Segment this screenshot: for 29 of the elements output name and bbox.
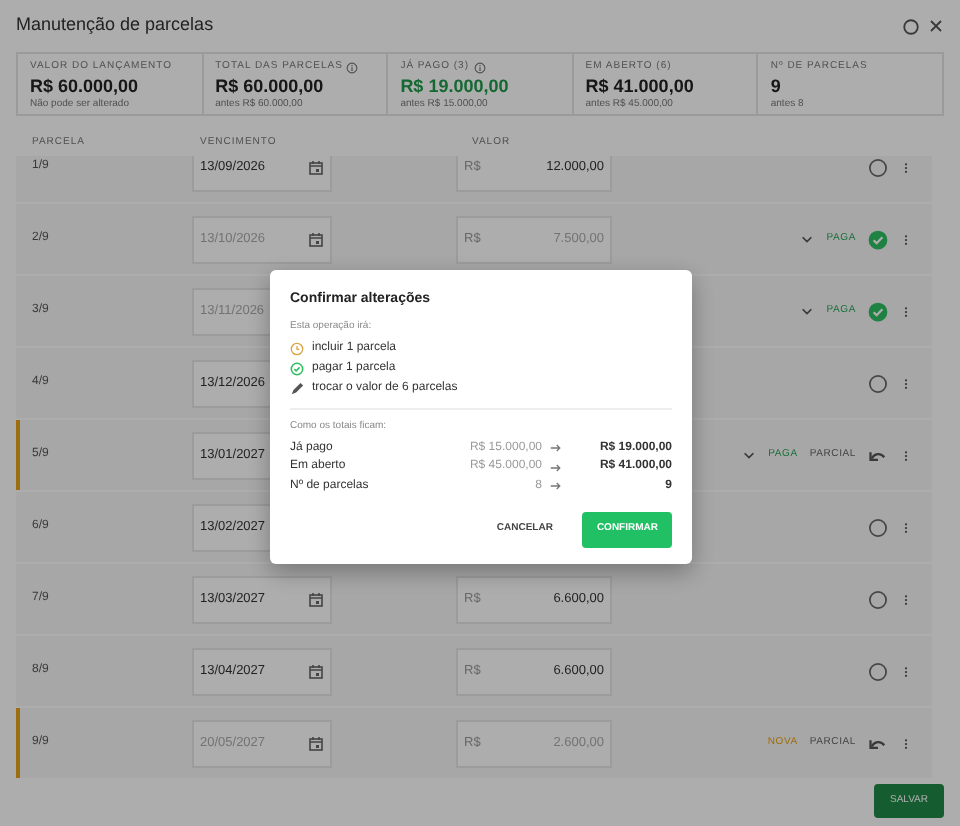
summary-value: R$ 60.000,00 (30, 77, 141, 97)
close-icon[interactable] (928, 18, 944, 34)
arrow-right-icon (550, 442, 562, 455)
summary-value: R$ 41.000,00 (585, 77, 696, 97)
clock-icon (290, 341, 304, 355)
calendar-icon (308, 159, 324, 175)
circle-icon[interactable] (868, 661, 888, 681)
summary-value: R$ 60.000,00 (215, 77, 326, 97)
summary-value: 9 (770, 77, 783, 97)
calendar-icon (308, 591, 324, 607)
calendar-icon (308, 663, 324, 679)
circle-icon[interactable] (868, 157, 888, 177)
summary-value: R$ 19.000,00 (400, 77, 511, 97)
check-circle-icon[interactable] (868, 301, 888, 321)
circle-icon[interactable] (868, 373, 888, 393)
check-circle-icon[interactable] (868, 229, 888, 249)
chevron-down-icon[interactable] (800, 304, 815, 318)
check-circle-icon (290, 361, 304, 375)
chevron-down-icon[interactable] (800, 232, 815, 246)
arrow-right-icon (550, 461, 562, 474)
calendar-icon (308, 231, 324, 247)
arrow-right-icon (550, 480, 562, 493)
pencil-icon (290, 381, 304, 395)
window-title: Manutenção de parcelas (16, 12, 214, 39)
circle-icon[interactable] (868, 589, 888, 609)
circle-icon[interactable] (902, 17, 920, 35)
circle-icon[interactable] (868, 517, 888, 537)
chevron-down-icon[interactable] (742, 448, 757, 462)
calendar-icon (308, 735, 324, 751)
